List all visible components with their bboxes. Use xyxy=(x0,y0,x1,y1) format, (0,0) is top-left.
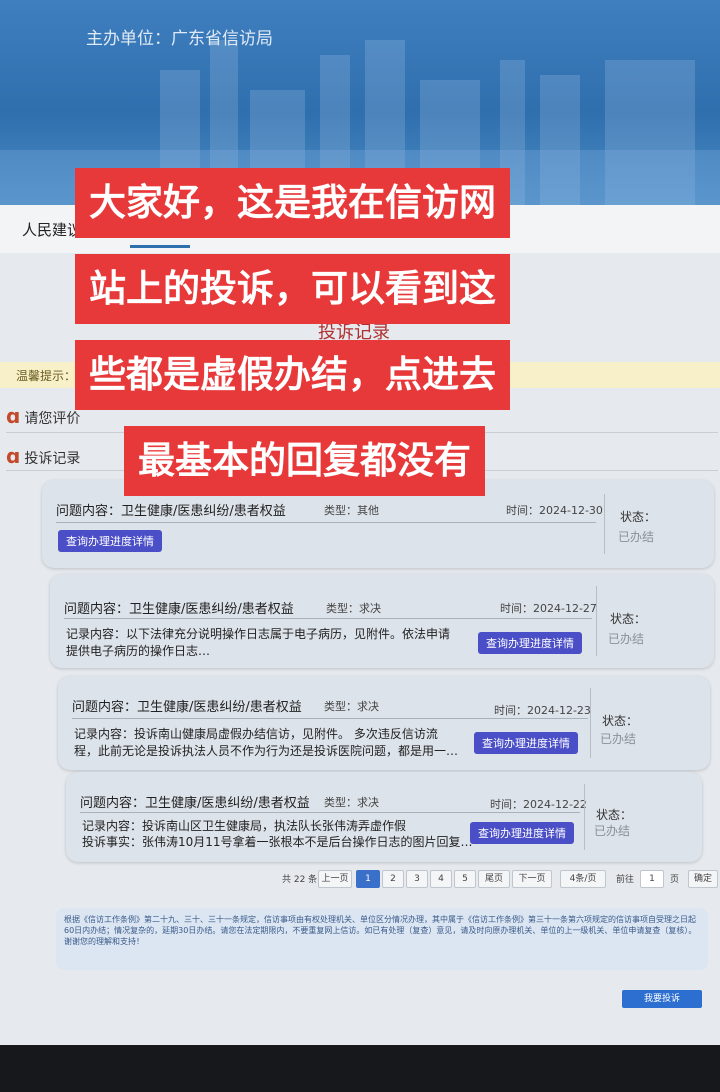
caption-line-3: 些都是虚假办结，点进去 xyxy=(75,340,510,410)
caption-overlay: 大家好，这是我在信访网 站上的投诉，可以看到这 些都是虚假办结，点进去 最基本的… xyxy=(0,0,720,1092)
caption-line-2: 站上的投诉，可以看到这 xyxy=(75,254,510,324)
caption-line-4: 最基本的回复都没有 xyxy=(124,426,485,496)
caption-line-1: 大家好，这是我在信访网 xyxy=(75,168,510,238)
